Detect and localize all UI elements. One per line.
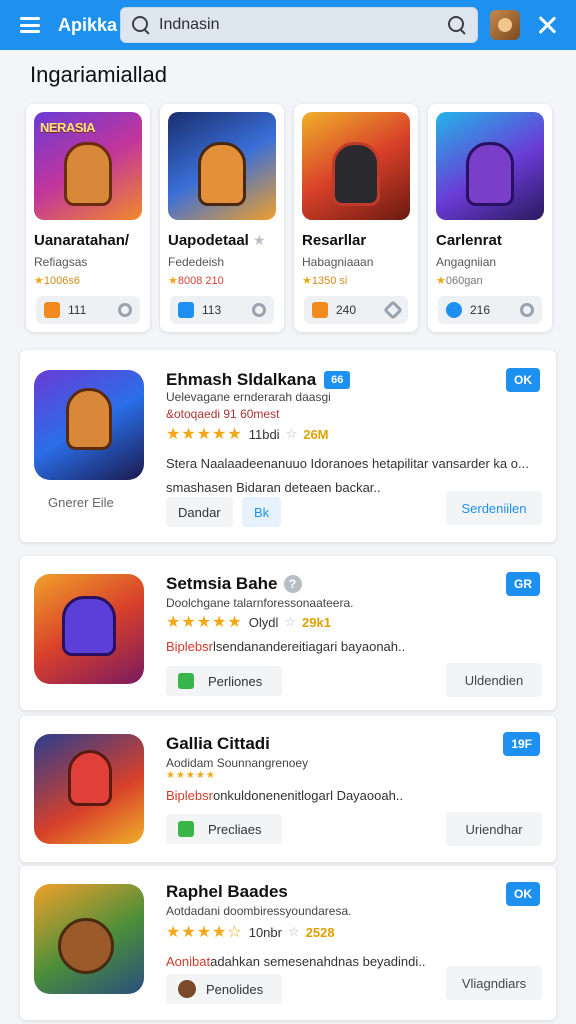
open-button[interactable]: Serdeniilen: [446, 491, 542, 525]
app-developer: Aotdadani doombiressyoundaresa.: [166, 904, 352, 918]
featured-card[interactable]: Uapodetaal ★ Fededeish ★8008 210 113: [160, 104, 284, 332]
featured-carousel: NERASIA Uanaratahan/ Refiagsas ★1006s6 1…: [26, 104, 556, 332]
featured-actions: 216: [438, 296, 542, 324]
like-count: 240: [336, 303, 357, 317]
status-tag: OK: [506, 368, 540, 392]
featured-app-art: [302, 112, 410, 220]
app-icon: [34, 370, 144, 480]
open-button[interactable]: Uldendien: [446, 663, 542, 697]
app-description: Biplebsronkuldonenenitlogarl Dayaooah..: [166, 788, 404, 803]
app-list-item[interactable]: Raphel Baades Aotdadani doombiressyounda…: [20, 866, 556, 1020]
featured-app-name: Uanaratahan/: [34, 232, 130, 249]
app-list-item[interactable]: Ehmash Sldalkana 66 Uelevagane ernderarah…: [20, 350, 556, 542]
like-count: 113: [202, 303, 222, 317]
avatar: [178, 980, 196, 998]
like-icon[interactable]: [44, 302, 60, 318]
open-button[interactable]: Vliagndiars: [446, 966, 542, 1000]
app-list-item[interactable]: Gallia Cittadi Aodidam Sounnangrenoey ★★…: [20, 716, 556, 862]
menu-icon[interactable]: [20, 17, 40, 33]
app-icon: [34, 574, 144, 684]
section-title: Ingariamiallad: [30, 62, 167, 87]
like-count: 111: [68, 303, 87, 317]
status-tag: OK: [506, 882, 540, 906]
like-icon[interactable]: [178, 302, 194, 318]
badge: 66: [324, 371, 351, 389]
settings-icon[interactable]: [252, 303, 266, 317]
featured-app-art: [168, 112, 276, 220]
preview-button[interactable]: Precliaes: [166, 814, 282, 844]
search-value: Indnasin: [159, 16, 220, 33]
app-title: Ehmash Sldalkana 66: [166, 370, 351, 390]
help-icon[interactable]: ?: [283, 575, 302, 593]
featured-card[interactable]: Resarllar Habagniaaan ★1350 si 240: [294, 104, 418, 332]
check-icon[interactable]: [446, 302, 462, 318]
featured-app-meta: ★1006s6: [34, 275, 80, 287]
thumbs-up-icon: [178, 821, 194, 837]
rating-stars: ★★★★★: [166, 770, 216, 781]
app-list-item[interactable]: Setmsia Bahe? Doolchgane talarnforessona…: [20, 556, 556, 710]
open-button[interactable]: Uriendhar: [446, 812, 542, 846]
search-icon: [131, 15, 151, 35]
app-rating: ★★★★★ Olydl ☆ 29k1: [166, 614, 331, 631]
featured-app-name: Uapodetaal ★: [168, 232, 266, 249]
featured-app-category: Fededeish: [168, 255, 225, 269]
featured-app-category: Angagniian: [436, 255, 497, 269]
featured-card[interactable]: NERASIA Uanaratahan/ Refiagsas ★1006s6 1…: [26, 104, 150, 332]
thumbs-up-icon: [178, 673, 194, 689]
settings-icon[interactable]: [383, 300, 403, 320]
download-button[interactable]: Dandar: [166, 497, 233, 527]
top-app-bar: Apikka Indnasin: [0, 0, 576, 50]
art-logo: NERASIA: [40, 120, 96, 135]
featured-actions: 113: [170, 296, 274, 324]
app-title: Raphel Baades: [166, 882, 288, 901]
app-developer: Doolchgane talarnforessonaateera.: [166, 596, 354, 610]
preview-button[interactable]: Penolides: [166, 974, 282, 1004]
featured-app-art: NERASIA: [34, 112, 142, 220]
featured-app-category: Habagniaaan: [302, 255, 374, 269]
featured-app-meta: ★8008 210: [168, 275, 224, 287]
status-tag: GR: [506, 572, 540, 596]
app-developer: Aodidam Sounnangrenoey: [166, 756, 309, 770]
app-developer: Uelevagane ernderarah daasgi: [166, 390, 331, 404]
app-details: &otoqaedi 91 60mest: [166, 407, 280, 421]
avatar[interactable]: [490, 10, 520, 40]
app-title: Gallia Cittadi: [166, 734, 270, 753]
app-title: Apikka: [58, 14, 118, 35]
like-icon[interactable]: [312, 302, 328, 318]
settings-icon[interactable]: [118, 303, 132, 317]
like-count: 216: [470, 303, 491, 317]
featured-app-name: Carlenrat: [436, 232, 502, 249]
featured-app-category: Refiagsas: [34, 255, 88, 269]
featured-app-meta: ★060gan: [436, 275, 483, 287]
status-tag: 19F: [503, 732, 540, 756]
rating-stars: ★★★★☆: [166, 924, 243, 941]
featured-app-name: Resarllar: [302, 232, 367, 249]
app-title: Setmsia Bahe?: [166, 574, 302, 594]
preview-button[interactable]: Perliones: [166, 666, 282, 696]
app-genre: Gnerer Eile: [48, 495, 114, 510]
rating-stars: ★★★★★: [166, 614, 243, 631]
search-submit-icon[interactable]: [447, 15, 467, 35]
app-rating: ★★★★★: [166, 770, 216, 781]
search-input[interactable]: Indnasin: [120, 7, 478, 43]
settings-icon[interactable]: [520, 303, 534, 317]
app-description: Biplebsrlsendanandereitiagari bayaonah..: [166, 639, 406, 654]
app-icon: [34, 884, 144, 994]
rating-stars: ★★★★★: [166, 426, 243, 443]
info-button[interactable]: Bk: [242, 497, 282, 527]
app-icon: [34, 734, 144, 844]
app-rating: ★★★★★ 11bdi ☆ 26M: [166, 426, 329, 443]
star-icon: ★: [253, 232, 266, 248]
featured-card[interactable]: Carlenrat Angagniian ★060gan 216: [428, 104, 552, 332]
app-rating: ★★★★☆ 10nbr ☆ 2528: [166, 924, 335, 941]
featured-actions: 111: [36, 296, 140, 324]
featured-actions: 240: [304, 296, 408, 324]
close-icon[interactable]: [536, 14, 558, 36]
featured-app-art: [436, 112, 544, 220]
featured-app-meta: ★1350 si: [302, 275, 348, 287]
